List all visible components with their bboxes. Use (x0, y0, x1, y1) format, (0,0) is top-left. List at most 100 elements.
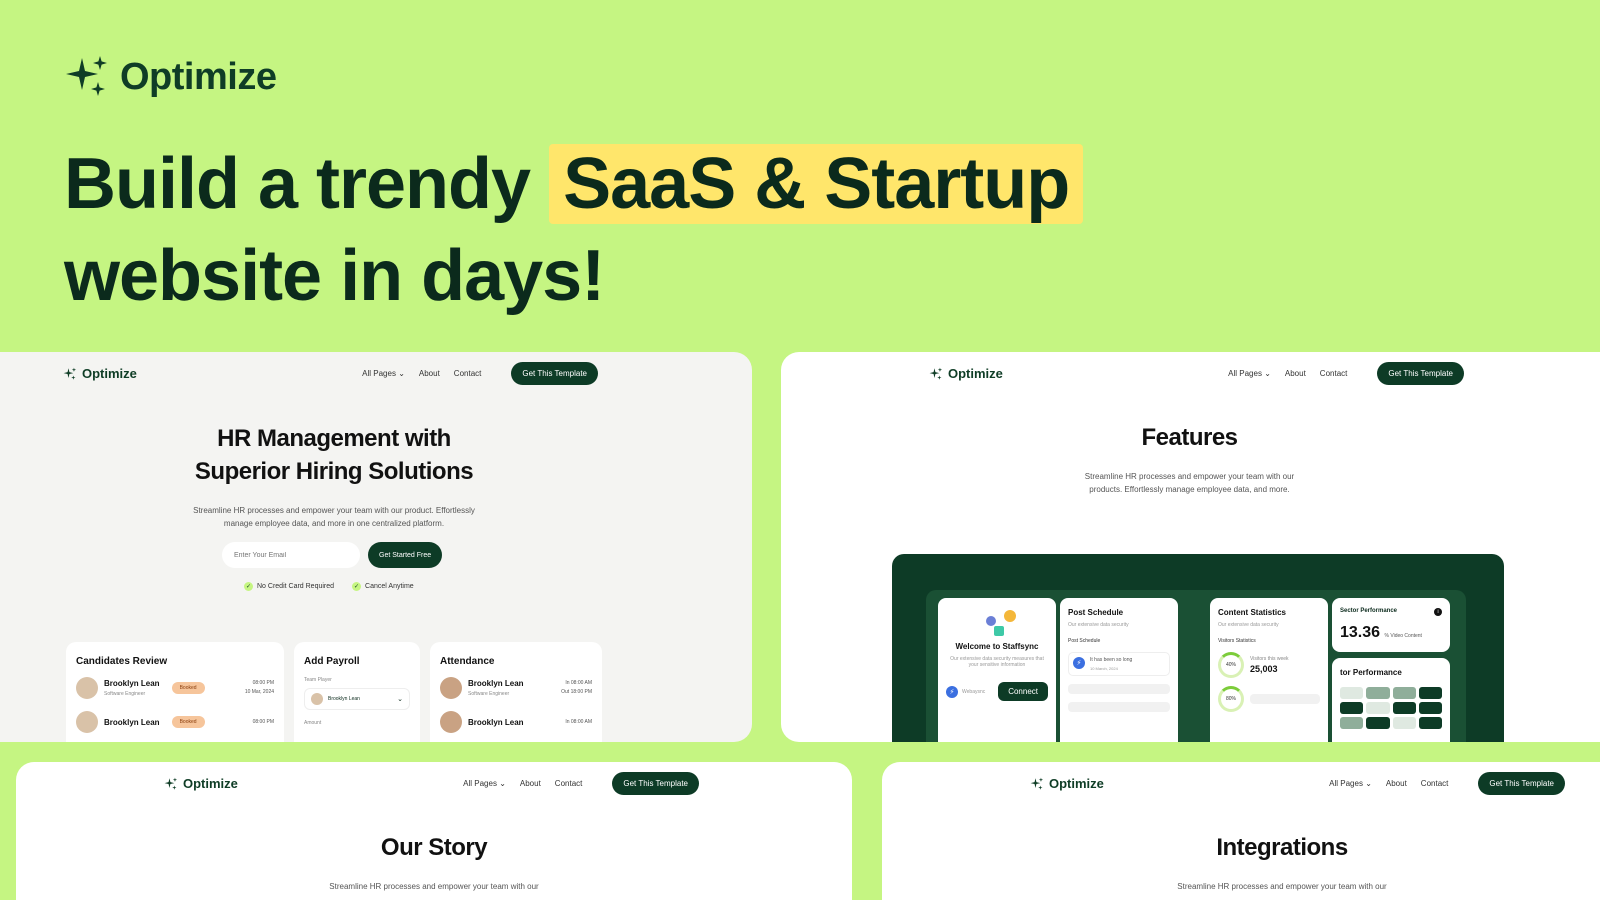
lightning-icon: ⚡ (946, 685, 958, 698)
candidate-role: Software Engineer (104, 691, 146, 697)
table-row[interactable]: Brooklyn Lean Software Engineer In 08:00 … (440, 677, 592, 699)
candidates-review-widget: Candidates Review Brooklyn Lean Software … (66, 642, 284, 742)
dashboard-preview: Welcome to Staffsync Our extensive data … (892, 554, 1504, 742)
avatar (76, 677, 98, 699)
check-icon: ✓ (352, 582, 362, 591)
hero-logo[interactable]: Optimize (64, 54, 277, 100)
nav-about[interactable]: About (419, 369, 440, 378)
nav-all-pages-label: All Pages (362, 369, 396, 378)
nav-all-pages-label: All Pages (463, 779, 497, 788)
sparkle-icon (929, 367, 943, 380)
connect-button[interactable]: Connect (998, 682, 1048, 701)
panel-title: tor Performance (1340, 668, 1402, 677)
list-item: 40% Visitors this week 25,003 (1218, 652, 1320, 678)
get-template-button[interactable]: Get This Template (1377, 362, 1464, 385)
avatar (440, 677, 462, 699)
nav-all-pages[interactable]: All Pages ⌄ (362, 369, 405, 378)
nav-contact[interactable]: Contact (454, 369, 482, 378)
nav-brand: Optimize (948, 366, 1003, 381)
attendee-role: Software Engineer (468, 691, 510, 697)
avatar (76, 711, 98, 733)
hr-subtitle: Streamline HR processes and empower your… (0, 504, 668, 530)
visitors-value: 25,003 (1250, 664, 1278, 674)
table-row[interactable]: Brooklyn Lean Software Engineer Booked 08… (76, 677, 274, 699)
candidate-time: 08:00 PM (252, 718, 274, 725)
nav-about[interactable]: About (1386, 779, 1407, 788)
logo-cluster-icon (946, 608, 1048, 642)
candidate-time: 08:00 PM (252, 680, 274, 686)
nav-logo[interactable]: Optimize (63, 366, 137, 381)
list-item: 80% (1218, 686, 1320, 712)
preview-card-story[interactable]: Optimize All Pages ⌄ About Contact Get T… (16, 762, 852, 900)
sector-unit: % Video Content (1384, 633, 1422, 639)
progress-ring: 40% (1218, 652, 1244, 678)
chevron-down-icon: ⌄ (1365, 779, 1372, 788)
nav-all-pages-label: All Pages (1228, 369, 1262, 378)
panel-label: Visitors Statistics (1218, 638, 1256, 644)
story-subtitle: Streamline HR processes and empower your… (329, 882, 539, 891)
workspace-input[interactable]: Webaysnc (962, 689, 985, 695)
content-statistics-panel: Content Statistics Our extensive data se… (1210, 598, 1328, 742)
table-row[interactable]: Brooklyn Lean Booked 08:00 PM (76, 711, 274, 733)
nav-about[interactable]: About (1285, 369, 1306, 378)
preview-card-features[interactable]: Optimize All Pages ⌄ About Contact Get T… (781, 352, 1600, 742)
team-player-label: Team Player (304, 677, 332, 683)
list-item[interactable]: ⚡ It has been so long 10 March, 2024 (1068, 652, 1170, 676)
hero-headline: Build a trendy SaaS & Startup website in… (64, 138, 1084, 322)
integrations-title: Integrations (1216, 834, 1348, 861)
post-item-date: 10 March, 2024 (1090, 666, 1118, 671)
welcome-desc: Our extensive data security measures tha… (950, 656, 1044, 668)
hero-brand-name: Optimize (120, 55, 277, 98)
nav-all-pages[interactable]: All Pages ⌄ (1228, 369, 1271, 378)
candidate-date: 10 Mar, 2024 (244, 689, 274, 695)
avatar (311, 693, 323, 705)
nav-logo[interactable]: Optimize (1030, 776, 1104, 791)
info-icon[interactable]: i (1434, 608, 1442, 616)
panel-title: Content Statistics (1218, 608, 1287, 617)
progress-ring: 80% (1218, 686, 1244, 712)
headline-highlight: SaaS & Startup (549, 144, 1084, 224)
email-signup: Get Started Free (222, 542, 443, 568)
widget-title: Candidates Review (76, 656, 168, 667)
add-payroll-widget: Add Payroll Team Player Brooklyn Lean ⌄ … (294, 642, 420, 742)
nav-logo[interactable]: Optimize (164, 776, 238, 791)
get-started-button[interactable]: Get Started Free (368, 542, 443, 568)
get-template-button[interactable]: Get This Template (612, 772, 699, 795)
nav-all-pages[interactable]: All Pages ⌄ (463, 779, 506, 788)
hr-subtitle-line-1: Streamline HR processes and empower your… (193, 506, 475, 515)
preview-card-integrations[interactable]: Optimize All Pages ⌄ About Contact Get T… (882, 762, 1600, 900)
get-template-button[interactable]: Get This Template (1478, 772, 1565, 795)
hr-title-line-2: Superior Hiring Solutions (194, 458, 474, 485)
placeholder-bar (1068, 702, 1170, 712)
features-title: Features (1141, 424, 1238, 451)
nav-about[interactable]: About (520, 779, 541, 788)
nav-logo[interactable]: Optimize (929, 366, 1003, 381)
nav-contact[interactable]: Contact (1421, 779, 1449, 788)
check-out-time: Out 18:00 PM (561, 689, 592, 695)
placeholder-bar (1250, 694, 1320, 704)
check-in-time: In 08:00 AM (565, 680, 592, 686)
attendee-name: Brooklyn Lean (468, 679, 524, 688)
headline-part-1: Build a trendy (64, 144, 531, 224)
nav-contact[interactable]: Contact (1320, 369, 1348, 378)
welcome-title: Welcome to Staffsync (955, 642, 1039, 651)
widget-title: Attendance (440, 656, 495, 667)
post-item-title: It has been so long (1090, 657, 1133, 663)
nav-contact[interactable]: Contact (555, 779, 583, 788)
nav-all-pages[interactable]: All Pages ⌄ (1329, 779, 1372, 788)
dashboard-panel-group: Welcome to Staffsync Our extensive data … (926, 590, 1466, 742)
heatmap-tiles (1340, 687, 1442, 729)
get-template-button[interactable]: Get This Template (511, 362, 598, 385)
team-player-select[interactable]: Brooklyn Lean ⌄ (304, 688, 410, 710)
visitors-label: Visitors this week (1250, 656, 1289, 662)
card-nav: Optimize All Pages ⌄ About Contact Get T… (164, 772, 699, 795)
email-input[interactable] (222, 542, 360, 568)
panel-desc: Our extensive data security (1218, 622, 1279, 628)
table-row[interactable]: Brooklyn Lean In 08:00 AM (440, 711, 592, 733)
nav-brand: Optimize (183, 776, 238, 791)
panel-title: Sector Performance (1340, 608, 1398, 614)
preview-card-hr[interactable]: Optimize All Pages ⌄ About Contact Get T… (0, 352, 752, 742)
amount-label: Amount (304, 720, 322, 726)
card-nav: Optimize All Pages ⌄ About Contact Get T… (929, 362, 1464, 385)
chevron-down-icon: ⌄ (397, 696, 403, 703)
